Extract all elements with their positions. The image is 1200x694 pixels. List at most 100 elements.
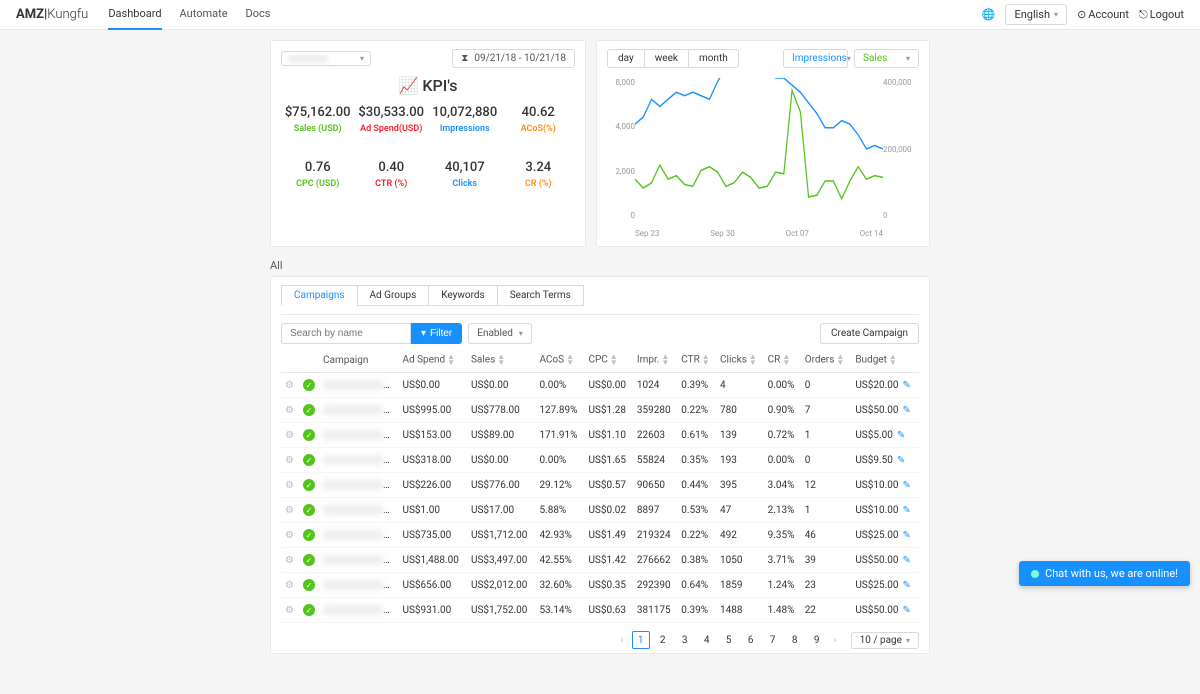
date-range-picker[interactable]: ⧗09/21/18 - 10/21/18	[452, 49, 575, 68]
filter-button[interactable]: ▾Filter	[411, 323, 462, 344]
page-9[interactable]: 9	[808, 631, 826, 649]
edit-icon[interactable]: ✎	[902, 405, 910, 416]
page-1[interactable]: 1	[632, 631, 650, 649]
campaign-cell[interactable]: xxxxxxxx…	[319, 448, 398, 473]
kpi-value: 0.40	[355, 160, 429, 175]
col-cr[interactable]: CR▲▼	[764, 348, 801, 373]
status-badge[interactable]: ✓	[303, 504, 315, 516]
chart-body: 8,0004,0002,0000 400,000200,0000 Sep 23S…	[607, 78, 919, 238]
col-adspend[interactable]: Ad Spend▲▼	[398, 348, 466, 373]
edit-icon[interactable]: ✎	[902, 580, 910, 591]
col-acos[interactable]: ACoS▲▼	[535, 348, 584, 373]
edit-icon[interactable]: ✎	[897, 430, 905, 441]
toggle-day[interactable]: day	[608, 50, 645, 67]
series-2-select[interactable]: Sales▾	[854, 49, 919, 68]
page-2[interactable]: 2	[654, 631, 672, 649]
status-badge[interactable]: ✓	[303, 379, 315, 391]
status-filter[interactable]: Enabled▾	[468, 323, 532, 344]
edit-icon[interactable]: ✎	[902, 505, 910, 516]
page-size-select[interactable]: 10 / page▾	[851, 632, 919, 649]
page-4[interactable]: 4	[698, 631, 716, 649]
campaign-cell[interactable]: xxxxxxxx…	[319, 498, 398, 523]
col-campaign[interactable]: Campaign	[319, 348, 398, 373]
page-3[interactable]: 3	[676, 631, 694, 649]
chevron-down-icon: ▾	[1054, 10, 1058, 19]
edit-icon[interactable]: ✎	[902, 605, 910, 616]
chart-plot	[635, 78, 883, 220]
gear-icon[interactable]: ⚙	[285, 405, 294, 416]
tab-keywords[interactable]: Keywords	[428, 285, 497, 306]
logout-link[interactable]: ⎋Logout	[1139, 8, 1184, 22]
nav-automate[interactable]: Automate	[180, 0, 228, 30]
tab-ad-groups[interactable]: Ad Groups	[357, 285, 430, 306]
edit-icon[interactable]: ✎	[902, 380, 910, 391]
nav-dashboard[interactable]: Dashboard	[108, 0, 161, 30]
col-clicks[interactable]: Clicks▲▼	[716, 348, 764, 373]
tab-campaigns[interactable]: Campaigns	[281, 285, 358, 306]
status-badge[interactable]: ✓	[303, 404, 315, 416]
gear-icon[interactable]: ⚙	[285, 380, 294, 391]
gear-icon[interactable]: ⚙	[285, 455, 294, 466]
page-8[interactable]: 8	[786, 631, 804, 649]
campaign-cell[interactable]: xxxxxxxx…	[319, 573, 398, 598]
table-row: ⚙✓xxxxxxxx…US$153.00US$89.00171.91%US$1.…	[281, 423, 919, 448]
campaign-cell[interactable]: xxxxxxxx…	[319, 598, 398, 623]
tab-search-terms[interactable]: Search Terms	[497, 285, 584, 306]
col-cpc[interactable]: CPC▲▼	[584, 348, 632, 373]
campaigns-card: Campaigns Ad Groups Keywords Search Term…	[270, 276, 930, 654]
edit-icon[interactable]: ✎	[902, 530, 910, 541]
status-badge[interactable]: ✓	[303, 604, 315, 616]
campaign-cell[interactable]: xxxxxxxx…	[319, 373, 398, 398]
edit-icon[interactable]: ✎	[902, 555, 910, 566]
profile-select[interactable]: ▾	[281, 51, 371, 66]
status-badge[interactable]: ✓	[303, 579, 315, 591]
page-next[interactable]: ›	[830, 635, 841, 646]
kpi-value: 40,107	[428, 160, 502, 175]
campaign-cell[interactable]: xxxxxxxx…	[319, 473, 398, 498]
page-5[interactable]: 5	[720, 631, 738, 649]
kpi-value: $75,162.00	[281, 105, 355, 120]
status-badge[interactable]: ✓	[303, 554, 315, 566]
account-link[interactable]: ⊙Account	[1077, 8, 1129, 21]
edit-icon[interactable]: ✎	[897, 455, 905, 466]
gear-icon[interactable]: ⚙	[285, 505, 294, 516]
gear-icon[interactable]: ⚙	[285, 430, 294, 441]
chevron-down-icon: ▾	[519, 329, 523, 338]
gear-icon[interactable]: ⚙	[285, 480, 294, 491]
toggle-month[interactable]: month	[689, 50, 738, 67]
campaign-cell[interactable]: xxxxxxxx…	[319, 548, 398, 573]
language-select[interactable]: English▾	[1005, 4, 1067, 25]
gear-icon[interactable]: ⚙	[285, 530, 294, 541]
edit-icon[interactable]: ✎	[902, 480, 910, 491]
campaign-cell[interactable]: xxxxxxxx…	[319, 398, 398, 423]
budget-cell: US$20.00✎	[851, 373, 919, 398]
col-sales[interactable]: Sales▲▼	[467, 348, 535, 373]
kpi-cell: $75,162.00Sales (USD)	[281, 105, 355, 134]
series-1-select[interactable]: Impressions▾	[783, 49, 848, 68]
col-impr[interactable]: Impr.▲▼	[633, 348, 677, 373]
gear-icon[interactable]: ⚙	[285, 605, 294, 616]
status-badge[interactable]: ✓	[303, 429, 315, 441]
search-input[interactable]	[281, 323, 411, 344]
page-6[interactable]: 6	[742, 631, 760, 649]
chat-widget[interactable]: Chat with us, we are online!	[1019, 561, 1190, 586]
status-badge[interactable]: ✓	[303, 529, 315, 541]
page-prev[interactable]: ‹	[617, 635, 628, 646]
campaign-cell[interactable]: xxxxxxxx…	[319, 423, 398, 448]
create-campaign-button[interactable]: Create Campaign	[820, 323, 919, 344]
gear-icon[interactable]: ⚙	[285, 555, 294, 566]
col-ctr[interactable]: CTR▲▼	[677, 348, 716, 373]
chart-period-toggle[interactable]: day week month	[607, 49, 739, 68]
chevron-down-icon: ▾	[360, 54, 364, 63]
page-7[interactable]: 7	[764, 631, 782, 649]
status-badge[interactable]: ✓	[303, 479, 315, 491]
status-badge[interactable]: ✓	[303, 454, 315, 466]
col-budget[interactable]: Budget▲▼	[851, 348, 919, 373]
campaign-cell[interactable]: xxxxxxxx…	[319, 523, 398, 548]
nav-docs[interactable]: Docs	[246, 0, 271, 30]
toggle-week[interactable]: week	[645, 50, 689, 67]
kpi-label: Clicks	[428, 179, 502, 189]
gear-icon[interactable]: ⚙	[285, 580, 294, 591]
budget-cell: US$50.00✎	[851, 398, 919, 423]
col-orders[interactable]: Orders▲▼	[801, 348, 852, 373]
